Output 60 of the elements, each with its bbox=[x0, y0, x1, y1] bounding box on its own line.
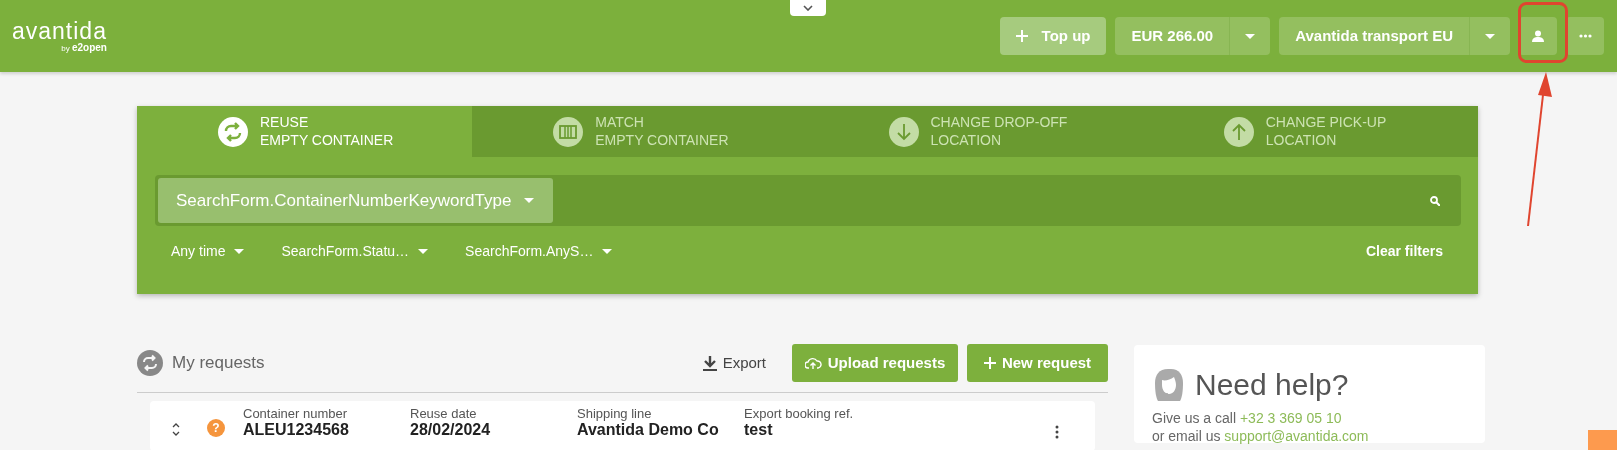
logo-wordmark: avantida bbox=[12, 19, 107, 43]
balance-button[interactable]: EUR 266.00 bbox=[1115, 17, 1230, 55]
status-indicator: ? bbox=[207, 419, 225, 437]
email-link[interactable]: support@avantida.com bbox=[1224, 428, 1369, 445]
section-title: My requests bbox=[172, 352, 265, 375]
cloud-upload-icon bbox=[804, 356, 822, 370]
help-title: Need help? bbox=[1195, 367, 1349, 403]
new-request-button[interactable]: New request bbox=[967, 344, 1108, 382]
swap-arrows-icon bbox=[218, 116, 248, 147]
field-value: test bbox=[744, 421, 774, 440]
field-value: 28/02/2024 bbox=[410, 421, 492, 440]
caret-icon bbox=[523, 197, 536, 204]
user-icon bbox=[1532, 30, 1544, 42]
arrow-up-icon bbox=[1223, 116, 1254, 147]
clear-filters-link[interactable]: Clear filters bbox=[1365, 241, 1443, 262]
chevron-down-icon bbox=[803, 5, 813, 11]
caret-icon bbox=[417, 248, 430, 255]
logo-by: by bbox=[61, 43, 71, 53]
help-text: or email us bbox=[1152, 428, 1222, 445]
logo-brand: e2open bbox=[71, 41, 107, 53]
kebab-menu-icon[interactable] bbox=[1055, 425, 1059, 439]
caret-icon bbox=[601, 248, 614, 255]
upload-requests-button[interactable]: Upload requests bbox=[792, 344, 958, 382]
more-icon bbox=[1578, 34, 1592, 38]
caret-icon bbox=[1244, 32, 1257, 40]
phone-link[interactable]: +32 3 369 05 10 bbox=[1239, 410, 1342, 426]
collapse-toggle[interactable] bbox=[790, 0, 826, 16]
support-agent-icon bbox=[1152, 367, 1185, 402]
tab[interactable]: CHANGE DROP-OFF LOCATION bbox=[807, 106, 1143, 157]
filter-dropdown[interactable]: SearchForm.AnyS… bbox=[465, 241, 614, 262]
tab[interactable]: REUSE EMPTY CONTAINER bbox=[137, 106, 473, 157]
export-button[interactable]: Export bbox=[702, 351, 766, 375]
arrow-down-icon bbox=[888, 116, 919, 147]
search-icon[interactable] bbox=[1430, 195, 1440, 206]
container-icon bbox=[553, 116, 584, 147]
download-icon bbox=[702, 355, 717, 371]
highlight-frame bbox=[1518, 2, 1568, 63]
field-label: Shipping line bbox=[577, 407, 653, 422]
user-button[interactable] bbox=[1519, 17, 1557, 55]
caret-icon bbox=[1484, 32, 1496, 40]
field-value: Avantida Demo Co bbox=[577, 421, 720, 440]
search-field[interactable]: SearchForm.ContainerNumberKeywordType bbox=[155, 175, 1461, 226]
expand-icon[interactable] bbox=[172, 423, 180, 436]
filter-dropdown[interactable]: Any time bbox=[171, 241, 246, 262]
filter-dropdown[interactable]: SearchForm.Statu… bbox=[281, 241, 430, 262]
plus-icon bbox=[1015, 30, 1028, 42]
field-label: Container number bbox=[243, 407, 349, 422]
tab[interactable]: CHANGE PICK-UP LOCATION bbox=[1142, 106, 1478, 157]
account-button[interactable]: Avantida transport EU bbox=[1279, 17, 1469, 55]
tab[interactable]: MATCH EMPTY CONTAINER bbox=[472, 106, 808, 157]
help-text: Give us a call bbox=[1152, 410, 1238, 426]
search-type-dropdown[interactable]: SearchForm.ContainerNumberKeywordType bbox=[158, 178, 554, 223]
field-value: ALEU1234568 bbox=[243, 421, 350, 440]
plus-icon bbox=[983, 357, 996, 369]
more-button[interactable] bbox=[1566, 17, 1604, 55]
field-label: Reuse date bbox=[410, 407, 478, 422]
field-label: Export booking ref. bbox=[744, 407, 855, 422]
top-up-button[interactable]: Top up bbox=[999, 17, 1107, 55]
swap-arrows-icon bbox=[137, 350, 163, 376]
caret-icon bbox=[233, 248, 246, 255]
